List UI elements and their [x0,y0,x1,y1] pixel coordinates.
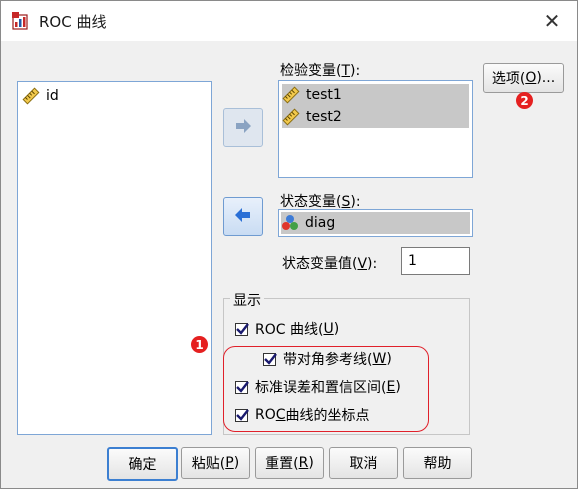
state-variable-label: 状态变量(S): [280,194,361,210]
title-bar: ROC 曲线 ✕ [1,1,577,41]
list-item-label: test1 [306,87,342,103]
window-title: ROC 曲线 [39,13,107,31]
paste-button[interactable]: 粘贴(P) [181,447,250,479]
test-variables-list[interactable]: test1 test2 [278,80,473,178]
state-variable-field[interactable]: diag [278,209,473,237]
help-button[interactable]: 帮助 [403,447,472,479]
test-variables-label: 检验变量(T): [280,63,361,79]
state-value-label: 状态变量值(V): [282,256,378,272]
state-value-input[interactable]: 1 [401,247,470,275]
list-item-label: test2 [306,109,342,125]
reset-button[interactable]: 重置(R) [255,447,324,479]
spss-app-icon [12,12,30,30]
ruler-icon [22,87,40,105]
arrow-right-icon [234,118,252,137]
ruler-icon [282,108,300,126]
move-back-state-button[interactable] [223,197,263,236]
annotation-badge-2: 2 [516,92,533,109]
list-item-label: id [46,88,59,104]
source-variable-list[interactable]: id [17,81,212,435]
annotation-badge-1: 1 [191,336,208,353]
checkbox[interactable] [235,322,249,336]
options-button[interactable]: 选项(O)... [483,63,564,93]
list-item[interactable]: test1 [282,84,469,106]
display-group-title: 显示 [230,290,264,310]
close-icon[interactable]: ✕ [541,10,563,32]
cancel-button[interactable]: 取消 [329,447,398,479]
arrow-left-icon [234,207,252,226]
list-item[interactable]: id [22,85,172,107]
list-item-label: diag [305,215,336,231]
ruler-icon [282,86,300,104]
nominal-icon [281,214,299,232]
move-to-test-button[interactable] [223,108,263,147]
list-item[interactable]: test2 [282,106,469,128]
list-item[interactable]: diag [281,212,470,234]
roc-curve-checkbox[interactable]: ROC 曲线(U) [235,319,339,339]
roc-curve-dialog: ROC 曲线 ✕ id 检验变量(T): test1 test2 选项(O)… [0,0,578,489]
ok-button[interactable]: 确定 [107,447,178,481]
highlight-frame [223,346,429,432]
